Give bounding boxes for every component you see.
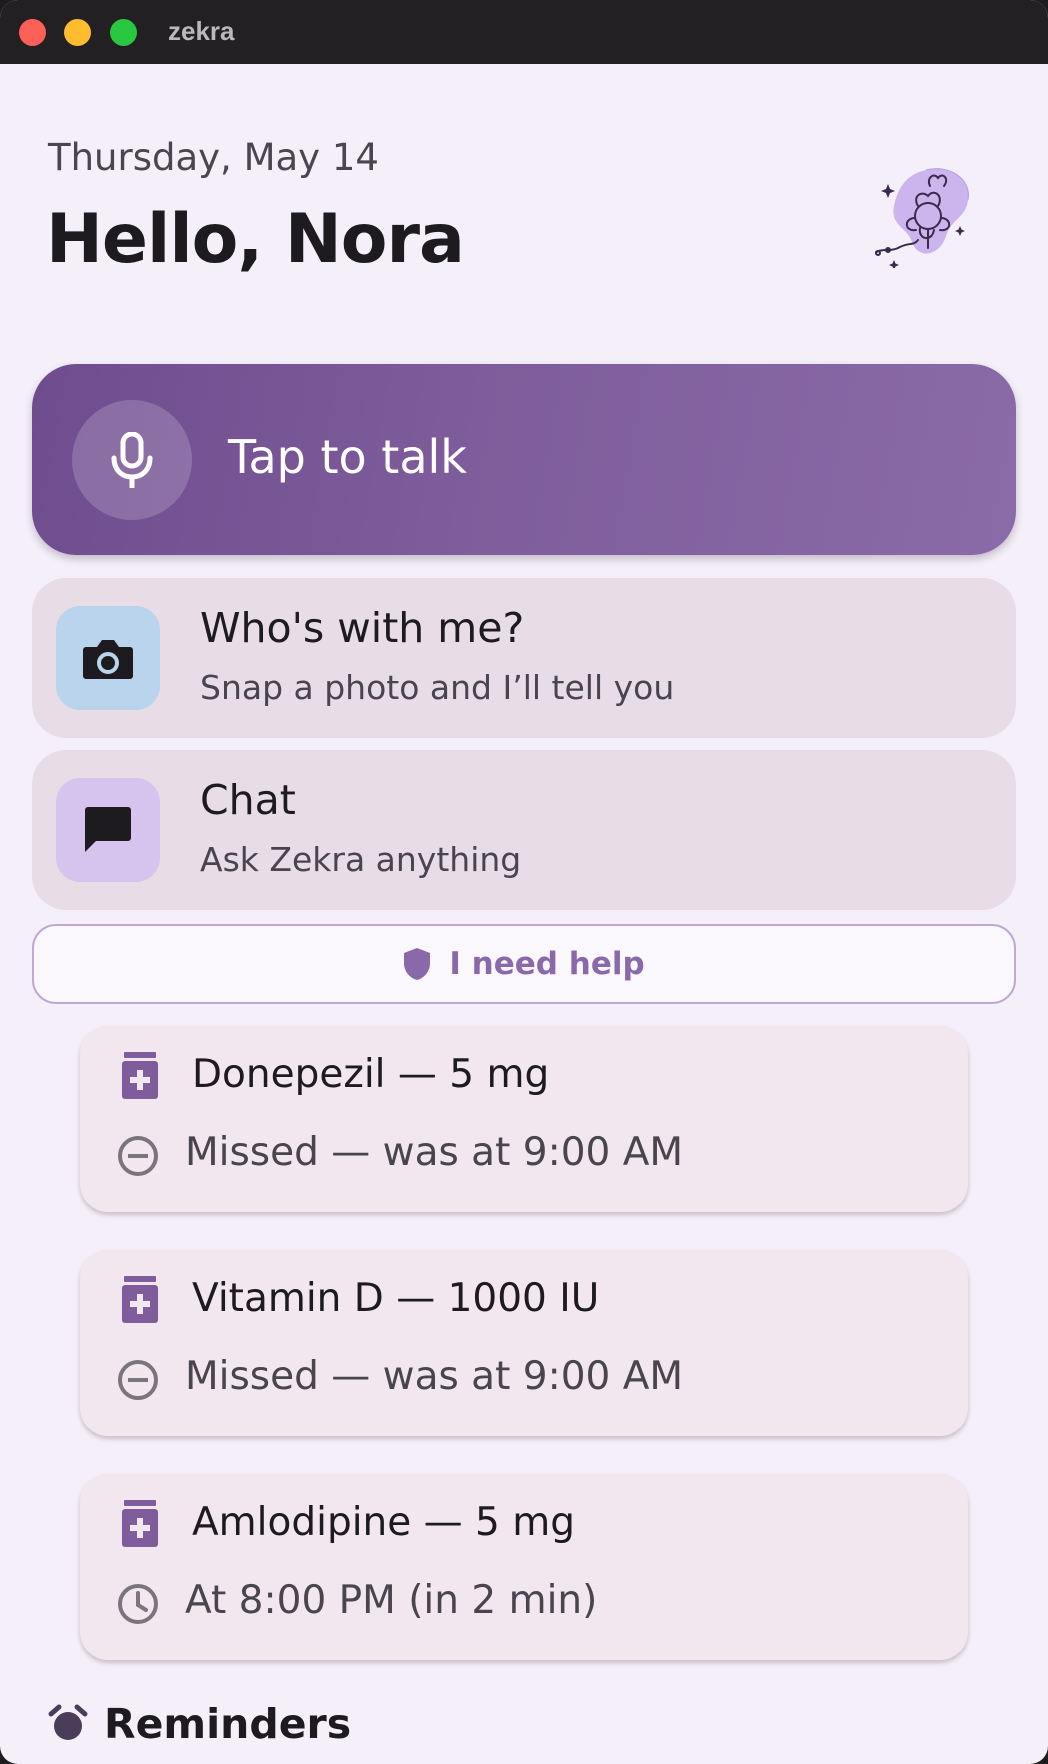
medication-name: Amlodipine — 5 mg (192, 1500, 576, 1545)
window-title: zekra (168, 16, 235, 46)
reminders-title: Reminders (104, 1700, 352, 1748)
reminders-section-header: Reminders (48, 1700, 351, 1748)
home-screen: Thursday, May 14 Hello, Nora Tap to talk… (0, 64, 1048, 1764)
medication-name: Donepezil — 5 mg (192, 1052, 550, 1097)
close-window-button[interactable] (19, 19, 46, 46)
chat-icon (85, 807, 131, 852)
flower-avatar-illustration[interactable] (868, 156, 980, 268)
missed-icon (118, 1136, 158, 1176)
camera-tile (56, 606, 160, 710)
missed-icon (118, 1360, 158, 1400)
alarm-icon (48, 1704, 88, 1740)
medication-status: Missed — was at 9:00 AM (185, 1354, 684, 1399)
shield-icon (404, 948, 431, 980)
microphone-icon (111, 432, 153, 488)
title-bar: zekra (0, 0, 1048, 64)
minimize-window-button[interactable] (64, 19, 91, 46)
camera-icon (83, 640, 133, 679)
whos-with-me-title: Who's with me? (200, 604, 525, 652)
medication-name: Vitamin D — 1000 IU (192, 1276, 600, 1321)
app-window: zekra Thursday, May 14 Hello, Nora Tap t… (0, 0, 1048, 1764)
medication-card[interactable]: Vitamin D — 1000 IU Missed — was at 9:00… (80, 1250, 968, 1436)
tap-to-talk-label: Tap to talk (228, 430, 467, 484)
medication-card[interactable]: Donepezil — 5 mg Missed — was at 9:00 AM (80, 1026, 968, 1212)
mic-button[interactable] (72, 400, 192, 520)
medicine-bottle-icon (122, 1500, 158, 1547)
chat-card[interactable]: Chat Ask Zekra anything (32, 750, 1016, 910)
i-need-help-label: I need help (449, 946, 645, 982)
medication-status: Missed — was at 9:00 AM (185, 1130, 684, 1175)
clock-icon (118, 1584, 158, 1624)
medication-card[interactable]: Amlodipine — 5 mg At 8:00 PM (in 2 min) (80, 1474, 968, 1660)
tap-to-talk-button[interactable]: Tap to talk (32, 364, 1016, 555)
chat-title: Chat (200, 776, 296, 824)
medicine-bottle-icon (122, 1052, 158, 1099)
whos-with-me-subtitle: Snap a photo and I’ll tell you (200, 668, 675, 707)
i-need-help-button[interactable]: I need help (32, 924, 1016, 1004)
greeting-title: Hello, Nora (46, 200, 465, 279)
chat-subtitle: Ask Zekra anything (200, 840, 522, 879)
chat-tile (56, 778, 160, 882)
maximize-window-button[interactable] (110, 19, 137, 46)
medicine-bottle-icon (122, 1276, 158, 1323)
medication-status: At 8:00 PM (in 2 min) (185, 1578, 598, 1623)
whos-with-me-card[interactable]: Who's with me? Snap a photo and I’ll tel… (32, 578, 1016, 738)
date-label: Thursday, May 14 (48, 136, 379, 179)
